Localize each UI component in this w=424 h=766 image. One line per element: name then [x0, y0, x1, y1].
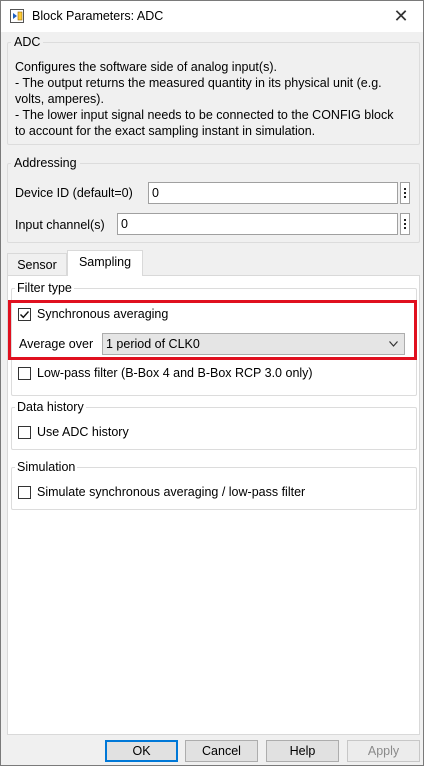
- addressing-group: Addressing Device ID (default=0) 0 Input…: [7, 156, 420, 243]
- average-over-value: 1 period of CLK0: [106, 337, 200, 351]
- sampling-tab-panel: Filter type Synchronous averaging Averag…: [7, 275, 420, 735]
- block-parameters-dialog: Block Parameters: ADC ✕ ADC Configures t…: [0, 0, 424, 766]
- average-over-label: Average over: [19, 337, 94, 351]
- apply-button[interactable]: Apply: [347, 740, 420, 762]
- description-line-3: volts, amperes).: [15, 92, 104, 106]
- cancel-button[interactable]: Cancel: [185, 740, 258, 762]
- data-history-group: Data history Use ADC history: [11, 400, 417, 450]
- synchronous-averaging-checkbox[interactable]: [18, 307, 31, 321]
- tab-sensor[interactable]: Sensor: [7, 253, 67, 277]
- simulation-group-label: Simulation: [15, 460, 78, 474]
- description-group-label: ADC: [11, 35, 44, 49]
- use-adc-history-checkbox[interactable]: [18, 425, 31, 439]
- synchronous-averaging-row[interactable]: Synchronous averaging: [18, 307, 168, 321]
- simulate-filter-checkbox[interactable]: [18, 485, 31, 499]
- block-parameters-icon: [10, 9, 24, 23]
- addressing-group-label: Addressing: [11, 156, 80, 170]
- synchronous-averaging-label: Synchronous averaging: [37, 307, 169, 321]
- device-id-input[interactable]: 0: [148, 182, 398, 204]
- help-button[interactable]: Help: [266, 740, 339, 762]
- filter-type-group: Filter type Synchronous averaging Averag…: [11, 281, 417, 396]
- use-adc-history-label: Use ADC history: [37, 425, 129, 439]
- use-adc-history-row[interactable]: Use ADC history: [18, 425, 129, 439]
- close-button[interactable]: ✕: [379, 1, 423, 32]
- checkmark-icon: [20, 310, 30, 318]
- simulation-group: Simulation Simulate synchronous averagin…: [11, 460, 417, 510]
- title-bar: Block Parameters: ADC ✕: [1, 1, 423, 32]
- window-title: Block Parameters: ADC: [32, 9, 164, 23]
- input-channel-label: Input channel(s): [15, 218, 105, 232]
- low-pass-filter-label: Low-pass filter (B-Box 4 and B-Box RCP 3…: [37, 366, 313, 380]
- input-channel-input[interactable]: 0: [117, 213, 398, 235]
- device-id-label: Device ID (default=0): [15, 186, 133, 200]
- simulate-filter-row[interactable]: Simulate synchronous averaging / low-pas…: [18, 485, 305, 499]
- low-pass-filter-checkbox[interactable]: [18, 366, 31, 380]
- data-history-group-label: Data history: [15, 400, 86, 414]
- device-id-options-button[interactable]: [400, 182, 410, 204]
- simulate-filter-label: Simulate synchronous averaging / low-pas…: [37, 485, 306, 499]
- average-over-select[interactable]: 1 period of CLK0: [102, 333, 405, 355]
- close-icon: ✕: [393, 6, 409, 26]
- tab-sampling[interactable]: Sampling: [67, 250, 143, 276]
- input-channel-options-button[interactable]: [400, 213, 410, 235]
- chevron-down-icon: [389, 341, 398, 347]
- ok-button[interactable]: OK: [105, 740, 178, 762]
- filter-type-group-label: Filter type: [15, 281, 74, 295]
- description-line-2: - The output returns the measured quanti…: [15, 76, 382, 90]
- description-line-4: - The lower input signal needs to be con…: [15, 108, 394, 122]
- description-group: ADC Configures the software side of anal…: [7, 35, 420, 145]
- low-pass-filter-row[interactable]: Low-pass filter (B-Box 4 and B-Box RCP 3…: [18, 366, 313, 380]
- description-line-5: to account for the exact sampling instan…: [15, 124, 316, 138]
- description-line-1: Configures the software side of analog i…: [15, 60, 277, 74]
